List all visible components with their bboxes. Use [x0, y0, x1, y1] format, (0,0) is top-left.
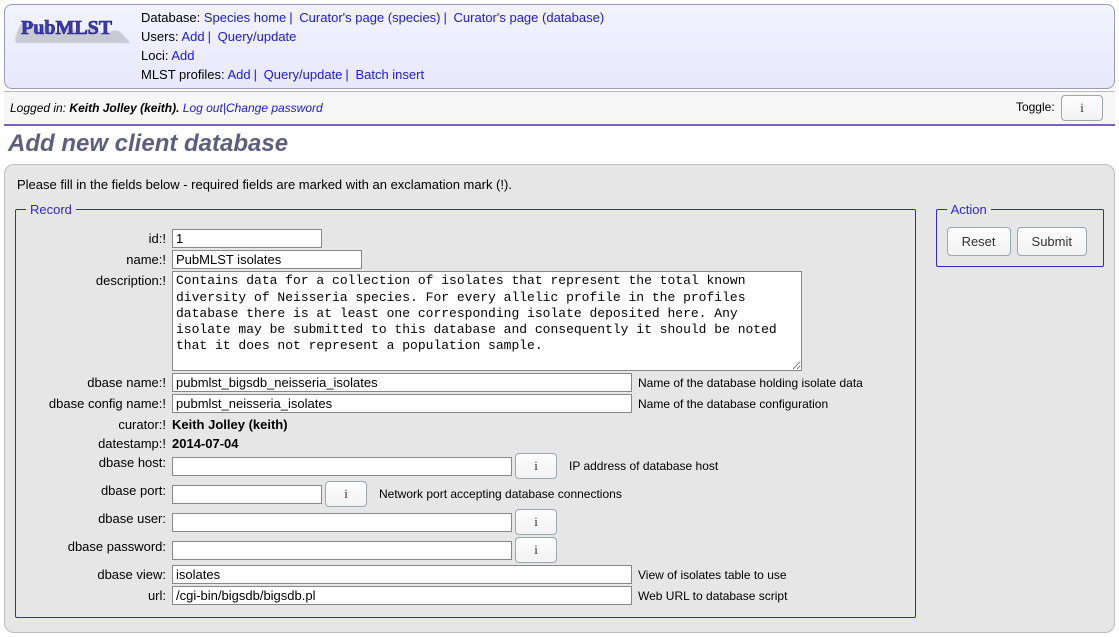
hint-dbase-view: View of isolates table to use	[638, 568, 787, 582]
dbase-host-input[interactable]	[172, 457, 512, 476]
dbase-password-input[interactable]	[172, 541, 512, 560]
link-loci-add[interactable]: Add	[171, 48, 194, 63]
hint-dbase-host: IP address of database host	[569, 459, 718, 473]
info-icon[interactable]: i	[515, 537, 557, 563]
hint-url: Web URL to database script	[638, 589, 787, 603]
dbase-user-input[interactable]	[172, 513, 512, 532]
label-name: name:!	[26, 250, 172, 267]
preamble-text: Please fill in the fields below - requir…	[17, 177, 1102, 192]
dbase-name-input[interactable]	[172, 373, 632, 392]
dbase-port-input[interactable]	[172, 485, 322, 504]
label-curator: curator:!	[26, 415, 172, 432]
label-dbase-port: dbase port:	[26, 481, 172, 498]
label-dbase-host: dbase host:	[26, 453, 172, 470]
info-icon[interactable]: i	[515, 509, 557, 535]
logged-in-user: Keith Jolley (keith).	[69, 101, 179, 115]
record-fieldset: Record id:! name:! description:! dbase n…	[15, 202, 916, 618]
auth-bar: Logged in: Keith Jolley (keith). Log out…	[4, 91, 1115, 126]
info-icon[interactable]: i	[515, 453, 557, 479]
label-id: id:!	[26, 229, 172, 246]
svg-text:PubMLST: PubMLST	[21, 17, 113, 39]
name-input[interactable]	[172, 250, 362, 269]
label-dbase-user: dbase user:	[26, 509, 172, 526]
label-dbase-view: dbase view:	[26, 565, 172, 582]
dbase-config-input[interactable]	[172, 394, 632, 413]
datestamp-value: 2014-07-04	[172, 434, 239, 451]
reset-button[interactable]: Reset	[947, 227, 1011, 256]
label-description: description:!	[26, 271, 172, 288]
dbase-view-input[interactable]	[172, 565, 632, 584]
users-label: Users:	[141, 29, 179, 44]
loci-label: Loci:	[141, 48, 168, 63]
label-datestamp: datestamp:!	[26, 434, 172, 451]
info-icon[interactable]: i	[1061, 95, 1103, 121]
link-curator-species[interactable]: Curator's page (species)	[299, 10, 440, 25]
hint-dbase-config: Name of the database configuration	[638, 397, 828, 411]
label-dbase-password: dbase password:	[26, 537, 172, 554]
label-url: url:	[26, 586, 172, 603]
link-curator-database[interactable]: Curator's page (database)	[454, 10, 605, 25]
link-species-home[interactable]: Species home	[204, 10, 286, 25]
info-icon[interactable]: i	[325, 481, 367, 507]
link-mlst-query[interactable]: Query/update	[264, 67, 343, 82]
id-input[interactable]	[172, 229, 322, 248]
link-users-add[interactable]: Add	[181, 29, 204, 44]
description-textarea[interactable]	[172, 271, 802, 371]
hint-dbase-port: Network port accepting database connecti…	[379, 487, 622, 501]
pubmlst-logo: PubMLST	[13, 11, 131, 45]
label-dbase-config: dbase config name:!	[26, 394, 172, 411]
link-mlst-batch[interactable]: Batch insert	[355, 67, 424, 82]
record-legend: Record	[26, 202, 76, 217]
link-change-password[interactable]: Change password	[226, 101, 323, 115]
mlst-label: MLST profiles:	[141, 67, 225, 82]
page-title: Add new client database	[8, 130, 1111, 158]
action-legend: Action	[947, 202, 991, 217]
url-input[interactable]	[172, 586, 632, 605]
logged-in-label: Logged in:	[10, 101, 66, 115]
link-mlst-add[interactable]: Add	[227, 67, 250, 82]
action-fieldset: Action Reset Submit	[936, 202, 1104, 267]
label-dbase-name: dbase name:!	[26, 373, 172, 390]
curator-value: Keith Jolley (keith)	[172, 415, 288, 432]
link-logout[interactable]: Log out	[183, 101, 223, 115]
database-label: Database:	[141, 10, 200, 25]
link-users-query[interactable]: Query/update	[218, 29, 297, 44]
header-box: PubMLST Database: Species home| Curator'…	[4, 4, 1115, 89]
form-panel: Please fill in the fields below - requir…	[4, 164, 1115, 633]
header-links: Database: Species home| Curator's page (…	[141, 9, 604, 84]
toggle-label: Toggle:	[1016, 101, 1055, 115]
hint-dbase-name: Name of the database holding isolate dat…	[638, 376, 863, 390]
submit-button[interactable]: Submit	[1017, 227, 1087, 256]
